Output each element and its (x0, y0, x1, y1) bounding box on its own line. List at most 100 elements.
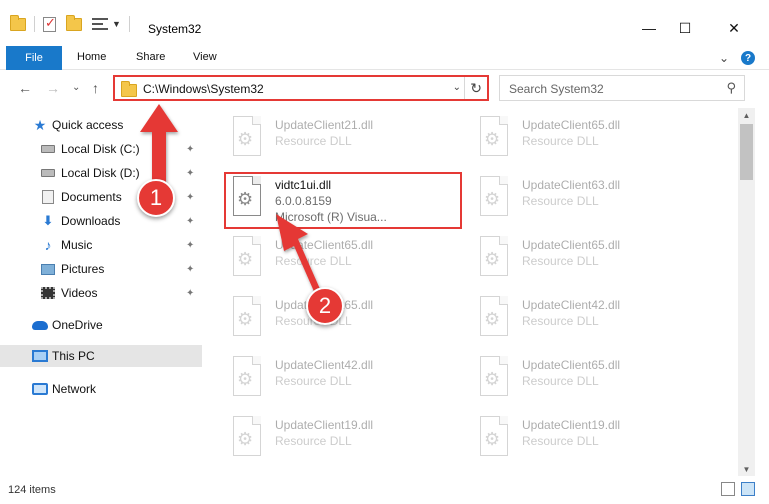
file-name: UpdateClient65.dll (522, 358, 621, 372)
dll-file-icon: ⚙ (476, 176, 510, 218)
drive-icon (40, 166, 56, 180)
ribbon-collapse-icon[interactable]: ⌄ (719, 51, 729, 65)
sidebar-item-videos[interactable]: Videos ✦ (0, 282, 202, 304)
maximize-button[interactable]: ☐ (671, 18, 699, 38)
sidebar-item-onedrive[interactable]: OneDrive (0, 314, 202, 336)
file-name: UpdateClient19.dll (522, 418, 621, 432)
pin-icon[interactable]: ✦ (186, 144, 194, 155)
sidebar-item-quick-access[interactable]: ★ Quick access (0, 114, 202, 136)
search-input[interactable]: Search System32 (509, 82, 604, 96)
file-name: UpdateClient63.dll (522, 178, 621, 192)
pin-icon[interactable]: ✦ (186, 264, 194, 275)
file-tile[interactable]: ⚙ UpdateClient65.dll Resource DLL (476, 352, 716, 408)
toolbar-dropdown-icon[interactable]: ▼ (112, 19, 121, 29)
properties-check-icon[interactable] (43, 15, 56, 32)
scroll-down-icon[interactable]: ▼ (738, 462, 755, 476)
toolbar-divider (128, 16, 130, 32)
dll-file-icon: ⚙ (229, 116, 263, 158)
help-icon[interactable]: ? (741, 51, 755, 65)
pin-icon[interactable]: ✦ (186, 192, 194, 203)
file-tile[interactable]: ⚙ UpdateClient65.dll Resource DLL (229, 232, 469, 288)
details-view-icon[interactable] (721, 482, 735, 496)
dll-file-icon: ⚙ (229, 296, 263, 338)
navigation-bar: ← → ⌄ ↑ C:\Windows\System32 ⌄ ↻ Search S… (0, 72, 769, 104)
file-tile[interactable]: ⚙ UpdateClient42.dll Resource DLL (229, 352, 469, 408)
sidebar-item-label: Downloads (61, 214, 121, 228)
new-folder-icon[interactable] (66, 14, 82, 31)
sidebar-item-label: OneDrive (52, 318, 103, 332)
dll-file-icon: ⚙ (476, 116, 510, 158)
pin-icon[interactable]: ✦ (186, 168, 194, 179)
file-tile[interactable]: ⚙ UpdateClient65.dll Resource DLL (476, 232, 716, 288)
file-name: UpdateClient19.dll (275, 418, 374, 432)
recent-locations-icon[interactable]: ⌄ (72, 82, 80, 93)
pin-icon[interactable]: ✦ (186, 216, 194, 227)
sidebar-item-downloads[interactable]: ⬇ Downloads ✦ (0, 210, 202, 232)
this-pc-icon (32, 349, 48, 363)
tab-view[interactable]: View (193, 51, 217, 63)
scroll-thumb[interactable] (740, 124, 753, 180)
address-dropdown-icon[interactable]: ⌄ (453, 82, 461, 93)
tab-share[interactable]: Share (136, 51, 165, 63)
back-button[interactable]: ← (18, 80, 32, 96)
dll-file-icon: ⚙ (476, 296, 510, 338)
file-tile[interactable]: ⚙ UpdateClient21.dll Resource DLL (229, 112, 469, 168)
sidebar-item-label: Quick access (52, 118, 124, 132)
sidebar-item-pictures[interactable]: Pictures ✦ (0, 258, 202, 280)
file-description: Resource DLL (275, 134, 352, 148)
search-box[interactable]: Search System32 ⚲ (499, 75, 745, 101)
address-path[interactable]: C:\Windows\System32 (143, 82, 264, 96)
tab-home[interactable]: Home (77, 51, 106, 63)
close-button[interactable]: ✕ (720, 18, 748, 38)
tab-file[interactable]: File (6, 46, 62, 70)
file-name: UpdateClient42.dll (275, 358, 374, 372)
dll-file-icon: ⚙ (476, 356, 510, 398)
file-tile[interactable]: ⚙ UpdateClient63.dll Resource DLL (476, 172, 716, 228)
view-toggle (721, 482, 755, 496)
file-description: Resource DLL (522, 194, 599, 208)
folder-icon (121, 81, 137, 97)
file-tile[interactable]: ⚙ UpdateClient19.dll Resource DLL (229, 412, 469, 468)
file-tile[interactable]: ⚙ UpdateClient65.dll Resource DLL (229, 292, 469, 348)
toolbar-divider (34, 16, 35, 32)
forward-button[interactable]: → (46, 80, 60, 96)
file-name: UpdateClient65.dll (522, 118, 621, 132)
file-description: Resource DLL (275, 434, 352, 448)
drive-icon (40, 142, 56, 156)
pin-icon[interactable]: ✦ (186, 288, 194, 299)
search-icon[interactable]: ⚲ (726, 80, 736, 96)
status-bar: 124 items (0, 476, 769, 504)
scroll-up-icon[interactable]: ▲ (738, 108, 755, 122)
customize-toolbar-icon[interactable] (92, 17, 108, 31)
pictures-icon (40, 262, 56, 276)
up-button[interactable]: ↑ (92, 80, 99, 96)
sidebar-item-local-disk-d[interactable]: Local Disk (D:) ✦ (0, 162, 202, 184)
item-count: 124 items (8, 484, 56, 496)
address-bar[interactable]: C:\Windows\System32 ⌄ ↻ (113, 75, 489, 101)
sidebar-item-label: Local Disk (C:) (61, 142, 140, 156)
ribbon-tabs: File Home Share View ⌄ ? (0, 46, 769, 70)
dll-file-icon: ⚙ (476, 416, 510, 458)
sidebar-item-this-pc[interactable]: This PC (0, 345, 202, 367)
sidebar-item-local-disk-c[interactable]: Local Disk (C:) ✦ (0, 138, 202, 160)
sidebar-item-music[interactable]: ♪ Music ✦ (0, 234, 202, 256)
vertical-scrollbar[interactable]: ▲ ▼ (738, 108, 755, 476)
downloads-icon: ⬇ (42, 213, 54, 228)
file-name: UpdateClient21.dll (275, 118, 374, 132)
file-tile[interactable]: ⚙ UpdateClient42.dll Resource DLL (476, 292, 716, 348)
file-name: UpdateClient65.dll (275, 238, 374, 252)
sidebar-item-label: Documents (61, 190, 122, 204)
dll-file-icon: ⚙ (229, 416, 263, 458)
file-tile[interactable]: ⚙ UpdateClient65.dll Resource DLL (476, 112, 716, 168)
large-icons-view-icon[interactable] (741, 482, 755, 496)
file-description: Resource DLL (522, 314, 599, 328)
file-description: Resource DLL (275, 254, 352, 268)
refresh-icon[interactable]: ↻ (470, 80, 482, 97)
title-bar: ▼ System32 — ☐ ✕ (0, 0, 769, 42)
file-tile[interactable]: ⚙ UpdateClient19.dll Resource DLL (476, 412, 716, 468)
minimize-button[interactable]: — (635, 18, 663, 38)
file-description: Resource DLL (522, 134, 599, 148)
pin-icon[interactable]: ✦ (186, 240, 194, 251)
dll-file-icon: ⚙ (229, 236, 263, 278)
sidebar-item-network[interactable]: Network (0, 378, 202, 400)
